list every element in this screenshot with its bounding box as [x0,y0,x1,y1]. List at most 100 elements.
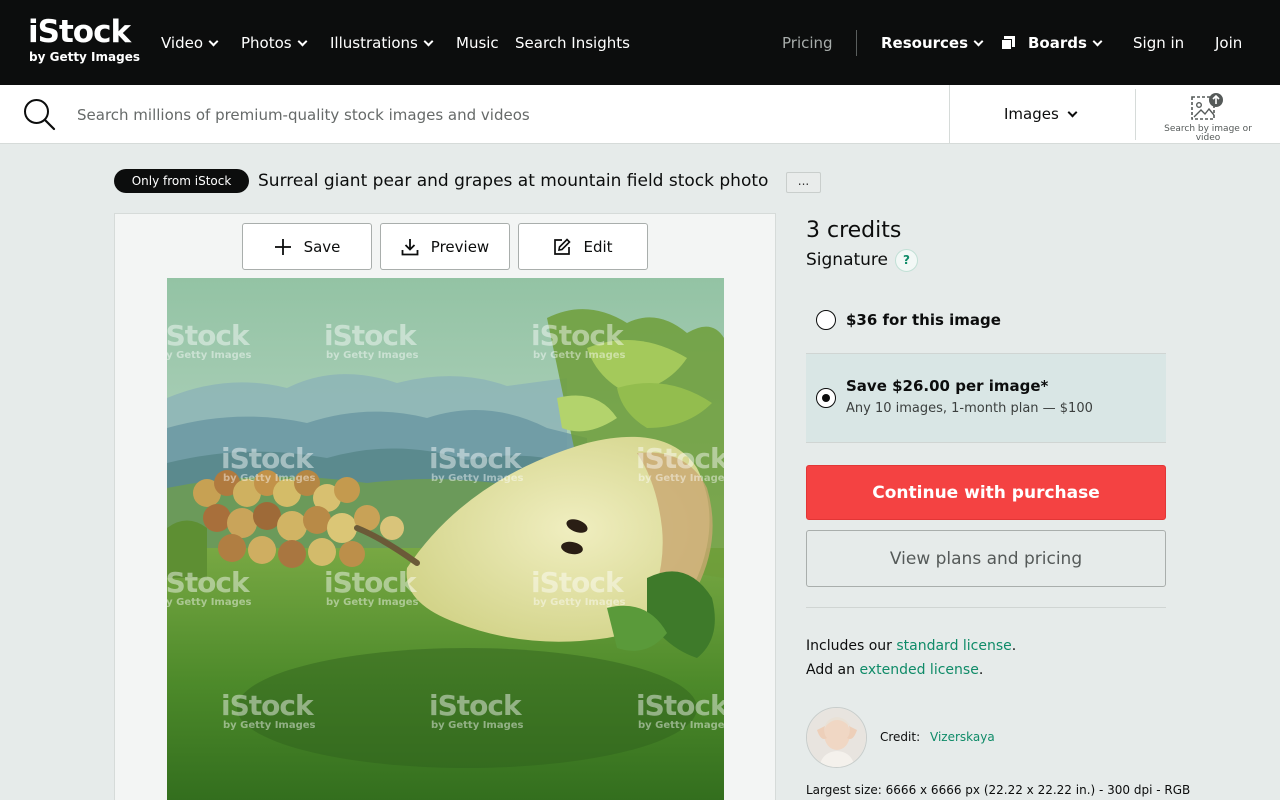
logo-wordmark: iStock [28,14,131,50]
watermark-main: iStock [429,442,522,475]
chevron-down-icon [1067,107,1078,117]
nav-music[interactable]: Music [456,31,499,55]
more-options-button[interactable]: ... [786,172,821,193]
watermark: iStockby Getty Images [167,322,252,362]
watermark-main: iStock [531,566,624,599]
edit-icon [554,237,572,255]
search-divider [949,85,950,144]
watermark-sub: by Getty Images [431,473,524,484]
boards-icon [1001,36,1015,50]
watermark-main: iStock [167,319,250,352]
watermark-main: iStock [167,566,250,599]
chevron-down-icon [208,36,219,46]
search-input[interactable] [77,101,917,129]
watermark: iStockby Getty Images [636,445,724,485]
watermark-sub: by Getty Images [326,597,419,608]
preview-button[interactable]: Preview [380,223,510,270]
logo-tagline: by Getty Images [29,50,140,64]
watermark: iStockby Getty Images [429,692,524,732]
plan-option-details: Any 10 images, 1-month plan — $100 [846,401,1093,416]
single-image-option-label: $36 for this image [846,311,1001,329]
single-image-option[interactable]: $36 for this image [806,300,1166,342]
stock-photo[interactable]: iStockby Getty Images iStockby Getty Ima… [167,278,724,800]
edit-button[interactable]: Edit [518,223,648,270]
edit-button-label: Edit [583,237,613,256]
image-upload-icon [1191,93,1223,120]
nav-resources-label: Resources [881,34,969,52]
plan-option[interactable]: Save $26.00 per image* Any 10 images, 1-… [806,354,1166,442]
watermark-sub: by Getty Images [167,350,252,361]
option-divider [806,442,1166,443]
watermark-sub: by Getty Images [533,597,626,608]
watermark: iStockby Getty Images [531,322,626,362]
watermark-main: iStock [429,689,522,722]
credit-label: Credit: [880,730,921,744]
image-preview-panel: Save Preview Edit Stock by Getty Images … [114,213,776,800]
watermark-main: iStock [221,442,314,475]
radio-plan[interactable] [816,388,836,408]
join-link[interactable]: Join [1215,31,1242,55]
search-by-image-label: Search by image or video [1164,124,1252,143]
extended-license-link[interactable]: extended license [859,662,978,678]
save-button[interactable]: Save [242,223,372,270]
plus-icon [274,238,291,255]
watermark-sub: by Getty Images [638,720,724,731]
license-text: Includes our [806,638,897,654]
watermark-sub: by Getty Images [223,473,316,484]
watermark: iStockby Getty Images [167,569,252,609]
license-text: Add an [806,662,860,678]
watermark: iStockby Getty Images [531,569,626,609]
watermark: iStockby Getty Images [221,692,316,732]
exclusive-badge: Only from iStock [114,169,249,193]
plan-option-label: Save $26.00 per image* [846,377,1049,395]
watermark-sub: by Getty Images [431,720,524,731]
nav-search-insights-label: Search Insights [515,34,630,52]
nav-boards[interactable]: Boards [1001,31,1103,55]
contributor-photo [807,708,866,767]
radio-single-image[interactable] [816,310,836,330]
help-icon[interactable]: ? [895,249,918,272]
nav-photos[interactable]: Photos [241,31,308,55]
watermark-main: iStock [221,689,314,722]
standard-license-line: Includes our standard license. [806,636,1016,656]
watermark: iStockby Getty Images [221,445,316,485]
continue-purchase-button[interactable]: Continue with purchase [806,465,1166,520]
media-type-select[interactable]: Images [1004,103,1078,125]
sign-in-link[interactable]: Sign in [1133,31,1184,55]
search-icon[interactable] [22,97,56,131]
nav-illustrations[interactable]: Illustrations [330,31,434,55]
nav-video[interactable]: Video [161,31,219,55]
watermark-main: iStock [324,319,417,352]
contributor-avatar[interactable] [806,707,867,768]
search-by-image-button[interactable]: Search by image or video [1160,89,1256,143]
standard-license-link[interactable]: standard license [896,638,1011,654]
watermark-sub: by Getty Images [533,350,626,361]
watermark-sub: by Getty Images [167,597,252,608]
watermark-main: iStock [636,442,724,475]
nav-resources[interactable]: Resources [881,31,984,55]
section-divider [806,607,1166,608]
watermark: iStockby Getty Images [636,692,724,732]
contributor-link[interactable]: Vizerskaya [930,728,995,746]
search-bar: Images Search by image or video [0,85,1280,144]
media-type-label: Images [1004,105,1059,123]
view-plans-button[interactable]: View plans and pricing [806,530,1166,587]
watermark-main: iStock [636,689,724,722]
nav-search-insights[interactable]: Search Insights [515,31,630,55]
nav-pricing[interactable]: Pricing [782,31,833,55]
collection-tier: Signature [806,250,889,270]
search-divider [1135,89,1136,140]
watermark: iStockby Getty Images [429,445,524,485]
download-icon [401,238,419,255]
extended-license-line: Add an extended license. [806,660,983,680]
chevron-down-icon [423,36,434,46]
credits-price: 3 credits [806,218,902,243]
nav-illustrations-label: Illustrations [330,34,418,52]
watermark: iStockby Getty Images [324,322,419,362]
watermark: iStockby Getty Images [324,569,419,609]
chevron-down-icon [297,36,308,46]
nav-music-label: Music [456,34,499,52]
watermark-main: iStock [324,566,417,599]
nav-video-label: Video [161,34,204,52]
istock-logo[interactable]: iStock by Getty Images [28,14,140,70]
